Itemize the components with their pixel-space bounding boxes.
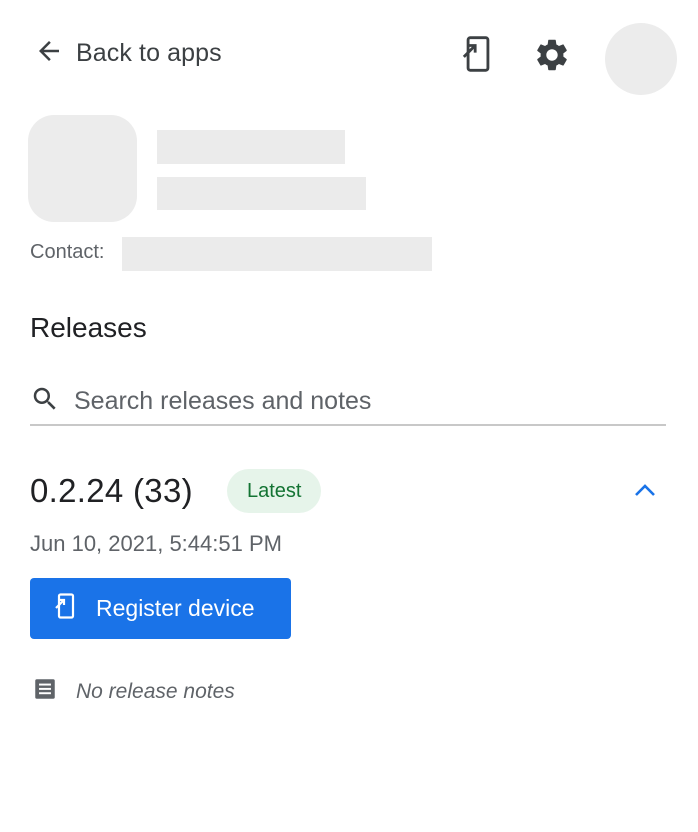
settings-button[interactable] [531, 36, 573, 78]
notes-icon [32, 676, 58, 707]
back-to-apps-label: Back to apps [76, 39, 222, 67]
contact-label: Contact: [30, 241, 105, 263]
search-icon [30, 384, 60, 419]
app-id-placeholder [157, 177, 366, 210]
app-release-page: Back to apps Contact: Releases 0.2.24 (3… [0, 0, 698, 832]
register-device-button[interactable]: Register device [30, 578, 291, 639]
release-timestamp: Jun 10, 2021, 5:44:51 PM [30, 531, 282, 556]
register-device-label: Register device [96, 595, 255, 621]
app-name-placeholder [157, 130, 345, 164]
contact-value-placeholder [122, 237, 432, 271]
release-search-field[interactable] [30, 378, 666, 426]
gear-icon [533, 36, 571, 79]
device-register-icon [54, 591, 78, 626]
chevron-up-icon [633, 482, 657, 503]
releases-title: Releases [30, 312, 147, 343]
avatar[interactable] [605, 23, 677, 95]
register-device-icon-button[interactable] [458, 35, 498, 78]
arrow-left-icon [34, 36, 64, 71]
release-notes-text: No release notes [76, 679, 235, 703]
search-input[interactable] [74, 386, 654, 416]
device-register-icon [461, 35, 495, 78]
release-version: 0.2.24 (33) [30, 472, 193, 509]
release-notes-row: No release notes [32, 676, 235, 707]
collapse-release-button[interactable] [630, 478, 660, 506]
app-icon-placeholder [28, 115, 137, 222]
latest-badge: Latest [227, 469, 322, 513]
back-to-apps-link[interactable]: Back to apps [34, 36, 222, 71]
